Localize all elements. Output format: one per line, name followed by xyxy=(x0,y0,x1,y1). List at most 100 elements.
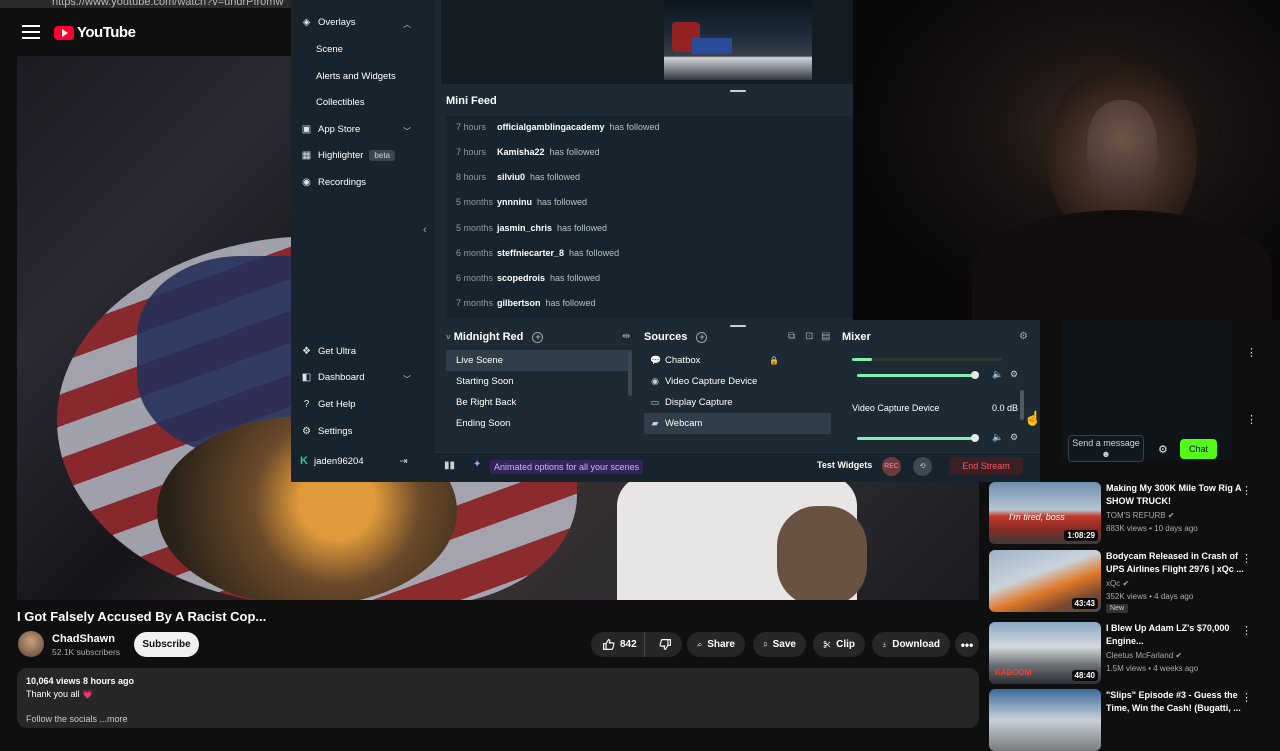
save-button[interactable]: Save xyxy=(753,632,806,657)
more-vertical-icon[interactable]: ⋮ xyxy=(1241,624,1252,637)
feed-item[interactable]: 7 hours Kamisha22 has followed xyxy=(456,147,600,157)
more-vertical-icon[interactable]: ⋮ xyxy=(1246,413,1257,426)
source-label: Video Capture Device xyxy=(665,376,758,387)
feed-item[interactable]: 6 months scopedrois has followed xyxy=(456,273,600,283)
logout-icon[interactable]: ⇥ xyxy=(400,456,408,467)
description-box[interactable] xyxy=(17,668,979,728)
chevron-down-icon[interactable]: ﹀ xyxy=(403,126,411,137)
nav-scene[interactable]: Scene xyxy=(316,44,343,55)
group-icon[interactable]: ⊡ xyxy=(805,331,813,342)
nav-app-store[interactable]: ▣ App Store xyxy=(301,124,360,135)
source-item[interactable]: ▭ Display Capture xyxy=(644,392,831,413)
feed-item[interactable]: 6 months steffniecarter_8 has followed xyxy=(456,248,619,258)
feed-item[interactable]: 8 hours silviu0 has followed xyxy=(456,172,580,182)
nav-recordings[interactable]: ◉ Recordings xyxy=(301,177,366,188)
description-text: Thank you all 💗 xyxy=(26,689,94,699)
chat-message-input[interactable]: Send a message ☻ xyxy=(1068,435,1144,462)
more-vertical-icon[interactable]: ⋮ xyxy=(1241,552,1252,565)
collapse-sidebar-icon[interactable]: ‹ xyxy=(423,224,427,236)
source-item[interactable]: 💬 Chatbox 🔒 xyxy=(644,350,831,371)
folder-add-icon[interactable]: ⧉ xyxy=(788,331,795,342)
gear-icon[interactable]: ⚙ xyxy=(1010,432,1018,443)
feed-item[interactable]: 7 months gilbertson has followed xyxy=(456,298,596,308)
scene-collection-name[interactable]: Midnight Red xyxy=(454,331,524,343)
scene-item[interactable]: Starting Soon xyxy=(446,371,632,392)
recommendation-item[interactable]: 43:43 Bodycam Released in Crash of UPS A… xyxy=(989,550,1264,613)
volume-slider-knob[interactable] xyxy=(971,434,979,442)
feed-name: silviu0 xyxy=(497,172,526,182)
chevron-down-icon[interactable]: ﹀ xyxy=(403,374,411,385)
mixer-gear-icon[interactable]: ⚙ xyxy=(1019,331,1028,342)
nav-collectibles[interactable]: Collectibles xyxy=(316,97,365,108)
nav-alerts-widgets[interactable]: Alerts and Widgets xyxy=(316,71,396,82)
user-account[interactable]: K jaden96204 ⇥ xyxy=(300,455,408,467)
view-stats: 10,064 views 8 hours ago xyxy=(26,676,135,686)
nav-overlays[interactable]: ◈ Overlays xyxy=(301,17,356,28)
store-icon: ▣ xyxy=(301,124,312,135)
add-scene-icon[interactable]: + xyxy=(532,332,544,343)
chevron-up-icon[interactable]: ︿ xyxy=(403,19,411,30)
source-item[interactable]: ▰ Webcam xyxy=(644,413,831,434)
scene-item[interactable]: Ending Soon xyxy=(446,413,632,434)
recommendation-item[interactable]: I'm tired, boss 1:08:29 Making My 300K M… xyxy=(989,482,1264,544)
feed-item[interactable]: 5 months ynnninu has followed xyxy=(456,197,587,207)
recommendation-item[interactable]: KABOOM 48:40 I Blew Up Adam LZ's $70,000… xyxy=(989,622,1264,684)
more-vertical-icon[interactable]: ⋮ xyxy=(1241,484,1252,497)
add-source-icon[interactable]: + xyxy=(696,332,708,343)
nav-settings[interactable]: ⚙ Settings xyxy=(301,426,352,437)
nav-get-ultra[interactable]: ❖ Get Ultra xyxy=(301,346,356,357)
more-vertical-icon[interactable]: ⋮ xyxy=(1246,346,1257,359)
stats-icon[interactable]: ▮▮ xyxy=(444,460,455,471)
animated-options-banner[interactable]: Animated options for all your scenes xyxy=(490,460,644,474)
scene-item[interactable]: Live Scene xyxy=(446,350,632,371)
speaker-icon[interactable]: 🔈 xyxy=(992,369,1003,380)
feed-action: has followed xyxy=(537,197,588,207)
speaker-icon[interactable]: 🔈 xyxy=(992,432,1003,443)
more-vertical-icon[interactable]: ⋮ xyxy=(1241,691,1252,704)
channel-avatar[interactable] xyxy=(18,631,44,657)
folder-icon: ▰ xyxy=(651,418,659,428)
volume-slider-track[interactable] xyxy=(857,437,975,440)
nav-get-help[interactable]: ? Get Help xyxy=(301,399,356,410)
chevron-down-icon[interactable]: ˅ xyxy=(446,333,451,342)
nav-highlighter[interactable]: ▦ Highlighter beta xyxy=(301,150,395,161)
feed-item[interactable]: 7 hours officialgamblingacademy has foll… xyxy=(456,122,660,132)
share-button[interactable]: Share xyxy=(687,632,745,657)
more-actions-button[interactable]: ••• xyxy=(955,632,979,657)
resize-handle[interactable] xyxy=(730,325,746,327)
recommendation-item[interactable]: "Slips" Episode #3 - Guess the Time, Win… xyxy=(989,689,1264,751)
emoji-icon[interactable]: ☻ xyxy=(1101,449,1110,459)
sparkle-icon: ✦ xyxy=(473,459,482,470)
feed-item[interactable]: 5 months jasmin_chris has followed xyxy=(456,223,607,233)
dislike-button[interactable] xyxy=(650,632,681,657)
feed-name: officialgamblingacademy xyxy=(497,122,605,132)
source-folder-icon[interactable]: ▤ xyxy=(821,331,830,342)
lock-icon[interactable]: 🔒 xyxy=(769,350,779,371)
menu-icon[interactable] xyxy=(22,25,40,39)
record-button[interactable]: REC xyxy=(882,457,901,476)
chat-send-button[interactable]: Chat xyxy=(1180,439,1217,459)
end-stream-button[interactable]: End Stream xyxy=(949,457,1023,475)
chat-settings-gear-icon[interactable]: ⚙ xyxy=(1158,443,1168,456)
address-bar[interactable]: https://www.youtube.com/watch?v=undrPfro… xyxy=(52,0,283,8)
replay-buffer-icon[interactable]: ⟲ xyxy=(913,457,932,476)
scene-item[interactable]: Be Right Back xyxy=(446,392,632,413)
volume-slider-knob[interactable] xyxy=(971,371,979,379)
description-more[interactable]: Follow the socials ...more xyxy=(26,714,128,724)
volume-slider-track[interactable] xyxy=(857,374,975,377)
subscribe-button[interactable]: Subscribe xyxy=(134,632,199,657)
youtube-logo[interactable]: YouTube xyxy=(54,24,136,41)
clip-label: Clip xyxy=(836,639,855,650)
share-label: Share xyxy=(707,639,735,650)
source-item[interactable]: ◉ Video Capture Device xyxy=(644,371,831,392)
nav-dashboard[interactable]: ◧ Dashboard xyxy=(301,372,365,383)
like-button[interactable]: 842 xyxy=(591,632,645,657)
scenes-scrollbar[interactable] xyxy=(628,352,632,396)
gear-icon[interactable]: ⚙ xyxy=(1010,369,1018,380)
clip-button[interactable]: Clip xyxy=(813,632,865,657)
test-widgets-button[interactable]: Test Widgets xyxy=(817,460,872,470)
transition-icon[interactable]: ⇹ xyxy=(622,331,630,342)
download-button[interactable]: Download xyxy=(872,632,950,657)
resize-handle[interactable] xyxy=(730,90,746,92)
channel-name[interactable]: ChadShawn xyxy=(52,633,115,645)
